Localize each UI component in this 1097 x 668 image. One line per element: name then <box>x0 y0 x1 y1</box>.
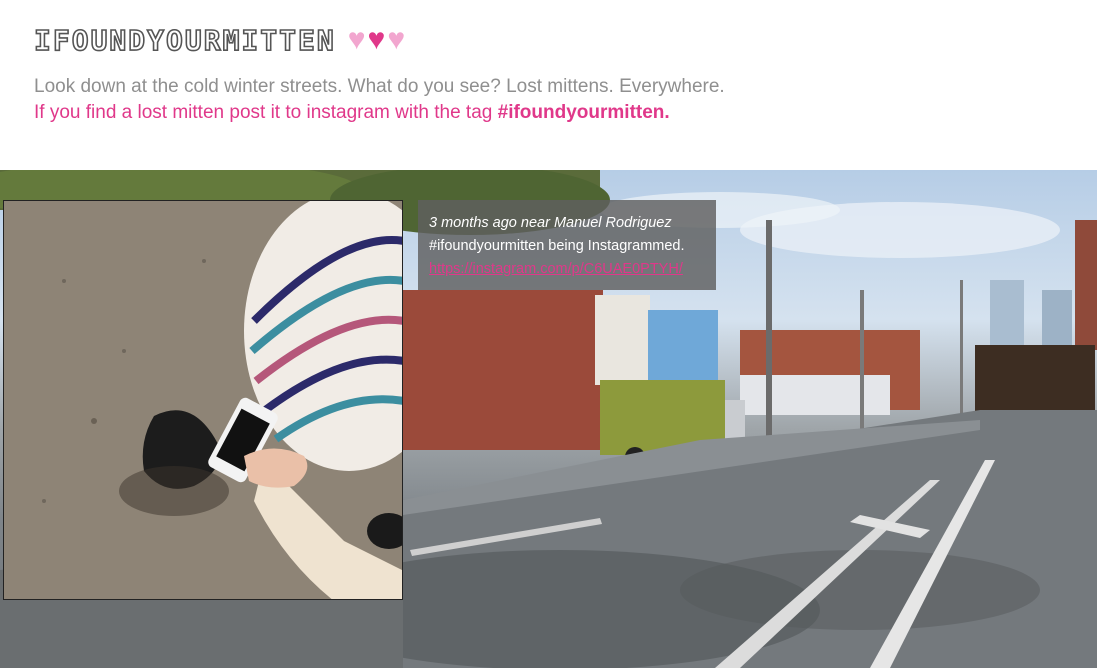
intro-call-to-action: If you find a lost mitten post it to ins… <box>34 102 670 124</box>
heart-icon: ♥ <box>347 23 366 56</box>
hashtag: #ifoundyourmitten. <box>497 102 670 123</box>
instagram-photo[interactable] <box>3 200 403 600</box>
site-logo[interactable]: IFOUNDYOURMITTEN <box>33 23 336 58</box>
instagram-link[interactable]: https://instagram.com/p/C6UAE0PTYH/ <box>429 258 707 281</box>
mitten-photo-illustration <box>4 201 402 599</box>
cta-text: If you find a lost mitten post it to ins… <box>34 102 498 123</box>
post-meta: 3 months ago near Manuel Rodriguez <box>429 215 672 231</box>
heart-icon: ♥ <box>387 23 406 56</box>
intro-description: Look down at the cold winter streets. Wh… <box>34 76 725 97</box>
logo-row: IFOUNDYOURMITTEN ♥ ♥ ♥ <box>33 22 1074 58</box>
hearts-decoration: ♥ ♥ ♥ <box>348 25 405 55</box>
post-text: #ifoundyourmitten being Instagrammed. <box>429 238 685 254</box>
heart-icon: ♥ <box>367 23 386 56</box>
post-caption: 3 months ago near Manuel Rodriguez #ifou… <box>418 200 716 290</box>
site-header: IFOUNDYOURMITTEN ♥ ♥ ♥ Look down at the … <box>33 22 1074 123</box>
